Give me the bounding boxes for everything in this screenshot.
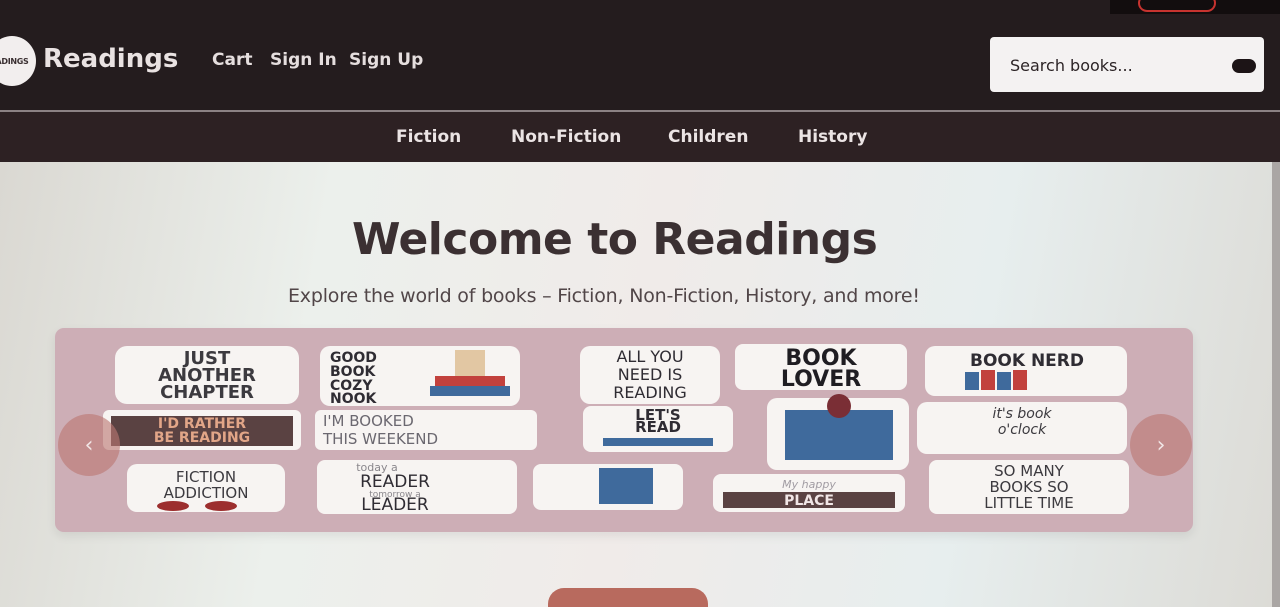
carousel-prev-button[interactable]: ‹: [58, 414, 120, 476]
category-history[interactable]: History: [798, 127, 867, 147]
sticker-text: READING: [613, 383, 687, 402]
hero-subtitle: Explore the world of books – Fiction, No…: [288, 285, 920, 307]
sticker-id-rather-be-reading: I'D RATHER BE READING: [103, 410, 301, 450]
sticker-text: BE READING: [154, 430, 250, 446]
sign-up-link[interactable]: Sign Up: [349, 50, 423, 70]
book-hand-illustration: [533, 464, 683, 510]
sticker-text: READER: [360, 472, 430, 492]
search-input[interactable]: [1010, 53, 1220, 77]
sticker-text: LOVER: [781, 367, 861, 392]
sticker-my-happy-place: My happy PLACE: [713, 474, 905, 512]
category-children[interactable]: Children: [668, 127, 748, 147]
sticker-text: READ: [635, 418, 681, 436]
sticker-text: My happy: [782, 478, 836, 491]
sticker-text: LEADER: [361, 495, 429, 515]
sticker-so-many-books: SO MANY BOOKS SO LITTLE TIME: [929, 460, 1129, 514]
reader-illustration: [767, 394, 909, 470]
sticker-reader-leader: today a READER tomorrow a LEADER: [317, 460, 517, 515]
sticker-all-you-need-is-reading: ALL YOU NEED IS READING: [580, 346, 720, 404]
sticker-text: ADDICTION: [164, 484, 249, 502]
brand-logo-text: ADINGS: [0, 56, 29, 66]
sticker-text: NOOK: [330, 391, 378, 407]
sticker-text: BOOK NERD: [970, 351, 1084, 371]
sticker-text: o'clock: [998, 422, 1047, 438]
search-box: [990, 37, 1264, 92]
carousel-slide-image: JUST ANOTHER CHAPTER GOOD BOOK COZY NOOK…: [103, 344, 1129, 515]
sticker-book-lover: BOOK LOVER: [735, 344, 907, 392]
sign-in-link[interactable]: Sign In: [270, 50, 337, 70]
category-non-fiction[interactable]: Non-Fiction: [511, 127, 621, 147]
sticker-fiction-addiction: FICTION ADDICTION: [127, 464, 285, 512]
sticker-just-another-chapter: JUST ANOTHER CHAPTER: [115, 346, 299, 404]
search-icon[interactable]: [1232, 59, 1256, 73]
sticker-text: I'M BOOKED: [323, 412, 414, 430]
hero-title: Welcome to Readings: [352, 214, 878, 265]
page-scrollbar[interactable]: [1272, 162, 1280, 607]
sticker-text: LITTLE TIME: [984, 494, 1073, 512]
sticker-text: CHAPTER: [160, 382, 254, 403]
cart-link[interactable]: Cart: [212, 50, 252, 70]
chevron-right-icon: ›: [1156, 432, 1166, 458]
sticker-text: NEED IS: [618, 365, 682, 384]
sticker-text: it's book: [992, 406, 1052, 422]
category-bar: [0, 112, 1280, 162]
sticker-text: THIS WEEKEND: [322, 430, 438, 448]
sticker-lets-read: LET'S READ: [583, 406, 733, 452]
sticker-book-nerd: BOOK NERD: [925, 346, 1127, 396]
sticker-im-booked-this-weekend: I'M BOOKED THIS WEEKEND: [315, 410, 537, 450]
corner-badge: [1138, 0, 1216, 12]
category-fiction[interactable]: Fiction: [396, 127, 461, 147]
chevron-left-icon: ‹: [84, 432, 94, 458]
sticker-text: ALL YOU: [616, 347, 683, 366]
carousel-next-button[interactable]: ›: [1130, 414, 1192, 476]
sticker-text: PLACE: [784, 493, 834, 509]
sticker-its-book-oclock: it's book o'clock: [917, 402, 1127, 454]
brand-name[interactable]: Readings: [43, 44, 178, 74]
hero-carousel[interactable]: JUST ANOTHER CHAPTER GOOD BOOK COZY NOOK…: [55, 328, 1193, 532]
sticker-good-book-cozy-nook: GOOD BOOK COZY NOOK: [320, 346, 520, 407]
hero-cta-button[interactable]: [548, 588, 708, 607]
